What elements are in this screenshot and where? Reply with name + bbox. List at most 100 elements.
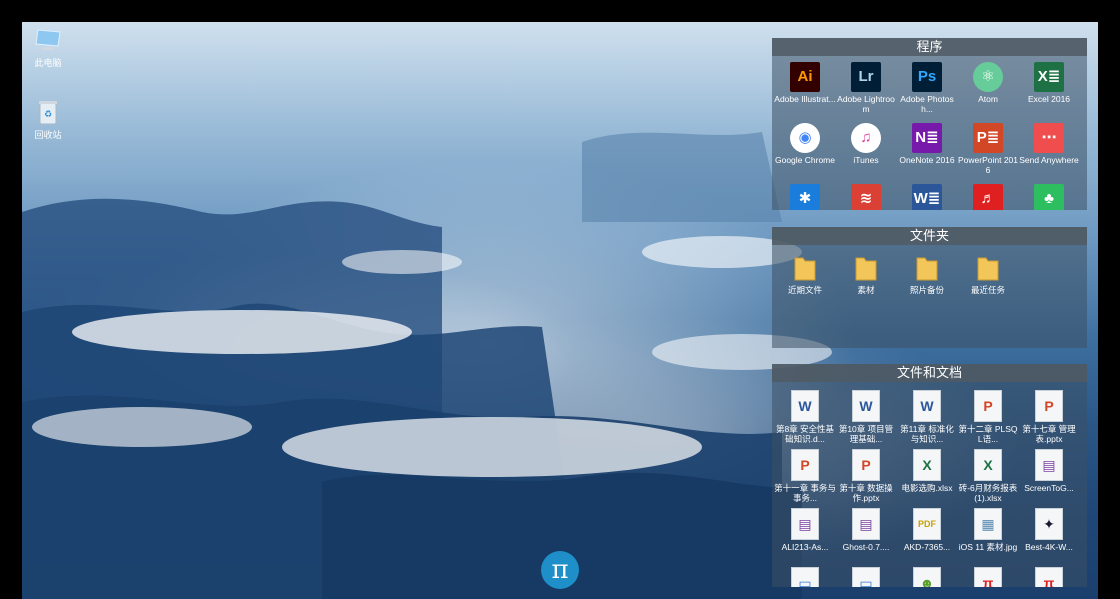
- pptx-icon: P: [791, 449, 819, 481]
- files-item[interactable]: ▤ Ghost-0.7....: [835, 508, 897, 552]
- files-item-label: 第8章 安全性基础知识.d...: [775, 424, 835, 444]
- files-item-label: 电影选购.xlsx: [901, 483, 953, 493]
- folders-item[interactable]: 照片备份: [896, 253, 958, 295]
- programs-panel-title: 程序: [772, 38, 1087, 56]
- files-item[interactable]: ▭: [835, 567, 897, 587]
- rar-archive-icon: ▤: [852, 508, 880, 540]
- files-item-label: 第十二章 PLSQL语...: [958, 424, 1018, 444]
- folders-item-label: 照片备份: [909, 285, 944, 295]
- pi-file-icon: π: [974, 567, 1002, 587]
- programs-item-label: Adobe Illustrat...: [774, 94, 836, 104]
- files-item-label: AKD-7365...: [903, 542, 951, 552]
- pi-launcher-button[interactable]: π: [541, 551, 579, 589]
- evernote-icon: ♣: [1034, 184, 1064, 210]
- programs-item[interactable]: ✱: [774, 184, 836, 210]
- files-item-label: 第10章 项目管理基础...: [838, 424, 894, 444]
- itunes-icon: ♫: [851, 123, 881, 153]
- programs-item[interactable]: Lr Adobe Lightroom: [835, 62, 897, 114]
- files-item[interactable]: W 第8章 安全性基础知识.d...: [774, 390, 836, 444]
- folders-item-label: 近期文件: [787, 285, 822, 295]
- programs-item-label: Excel 2016: [1027, 94, 1071, 104]
- computer-icon: [35, 29, 61, 50]
- files-item[interactable]: P 第十二章 PLSQL语...: [957, 390, 1019, 444]
- desktop-icon-recycle-bin[interactable]: ♻ 回收站: [22, 98, 74, 141]
- programs-item[interactable]: X≣ Excel 2016: [1018, 62, 1080, 104]
- files-item[interactable]: W 第10章 项目管理基础...: [835, 390, 897, 444]
- files-item-label: 第11章 标准化与知识...: [900, 424, 954, 444]
- files-item[interactable]: P 第十章 数据操作.pptx: [835, 449, 897, 503]
- window-file-icon: ▭: [791, 567, 819, 587]
- todoist-icon: ≋: [851, 184, 881, 210]
- programs-item[interactable]: ♬: [957, 184, 1019, 210]
- programs-item[interactable]: ⋯ Send Anywhere: [1018, 123, 1080, 165]
- files-item[interactable]: π: [1018, 567, 1080, 587]
- programs-item[interactable]: P≣ PowerPoint 2016: [957, 123, 1019, 175]
- files-item[interactable]: W 第11章 标准化与知识...: [896, 390, 958, 444]
- star-app-icon: ✱: [790, 184, 820, 210]
- word-doc-icon: W: [791, 390, 819, 422]
- image-thumb-icon: ✦: [1035, 508, 1063, 540]
- files-item-label: 第十章 数据操作.pptx: [839, 483, 893, 503]
- files-item-label: iOS 11 素材.jpg: [958, 542, 1018, 552]
- files-item[interactable]: ▦ iOS 11 素材.jpg: [957, 508, 1019, 552]
- folders-item[interactable]: 素材: [835, 253, 897, 295]
- xlsx-icon: X: [974, 449, 1002, 481]
- programs-item[interactable]: N≣ OneNote 2016: [896, 123, 958, 165]
- programs-item[interactable]: W≣: [896, 184, 958, 210]
- desktop-icon-label: 回收站: [34, 130, 62, 140]
- word-doc-icon: W: [913, 390, 941, 422]
- folders-item-label: 最近任务: [970, 285, 1005, 295]
- files-item[interactable]: ☻: [896, 567, 958, 587]
- atom-icon: ⚛: [973, 62, 1003, 92]
- folders-item[interactable]: 最近任务: [957, 253, 1019, 295]
- folders-panel: 文件夹 近期文件 素材 照片备份 最近任务: [772, 227, 1087, 348]
- pptx-icon: P: [974, 390, 1002, 422]
- pptx-icon: P: [852, 449, 880, 481]
- files-item-label: 第十一章 事务与事务...: [774, 483, 836, 503]
- files-item[interactable]: X 电影选购.xlsx: [896, 449, 958, 493]
- programs-item-label: Adobe Photosh...: [900, 94, 954, 114]
- adobe-photoshop-icon: Ps: [912, 62, 942, 92]
- files-item[interactable]: ▤ ScreenToG...: [1018, 449, 1080, 493]
- programs-item[interactable]: ⚛ Atom: [957, 62, 1019, 104]
- programs-item-label: Adobe Lightroom: [837, 94, 895, 114]
- folder-icon: [851, 253, 881, 283]
- programs-item[interactable]: ♣: [1018, 184, 1080, 210]
- pdf-icon: PDF: [913, 508, 941, 540]
- programs-item[interactable]: ♫ iTunes: [835, 123, 897, 165]
- folders-panel-title: 文件夹: [772, 227, 1087, 245]
- files-item[interactable]: P 第十七章 管理表.pptx: [1018, 390, 1080, 444]
- files-item[interactable]: PDF AKD-7365...: [896, 508, 958, 552]
- netease-music-icon: ♬: [973, 184, 1003, 210]
- programs-item[interactable]: ◉ Google Chrome: [774, 123, 836, 165]
- programs-item-label: Google Chrome: [774, 155, 835, 165]
- folder-icon: [973, 253, 1003, 283]
- files-panel: 文件和文档 W 第8章 安全性基础知识.d... W 第10章 项目管理基础... W 第…: [772, 364, 1087, 587]
- folders-item[interactable]: 近期文件: [774, 253, 836, 295]
- pi-file-icon: π: [1035, 567, 1063, 587]
- image-jpg-icon: ▦: [974, 508, 1002, 540]
- programs-item[interactable]: ≋: [835, 184, 897, 210]
- files-item-label: ScreenToG...: [1024, 483, 1074, 493]
- files-item[interactable]: ▤ ALI213-As...: [774, 508, 836, 552]
- window-file-icon: ▭: [852, 567, 880, 587]
- files-item-label: Best-4K-W...: [1025, 542, 1073, 552]
- excel-icon: X≣: [1034, 62, 1064, 92]
- files-item[interactable]: ✦ Best-4K-W...: [1018, 508, 1080, 552]
- programs-panel: 程序 Ai Adobe Illustrat... Lr Adobe Lightroom…: [772, 38, 1087, 210]
- files-item[interactable]: X 砖-6月财务报表 (1).xlsx: [957, 449, 1019, 503]
- onenote-icon: N≣: [912, 123, 942, 153]
- programs-item-label: Atom: [978, 94, 998, 104]
- files-item-label: Ghost-0.7....: [842, 542, 890, 552]
- desktop-icon-this-pc[interactable]: 此电脑: [22, 28, 74, 69]
- svg-text:♻: ♻: [44, 109, 52, 119]
- folders-item-label: 素材: [857, 285, 875, 295]
- files-item[interactable]: P 第十一章 事务与事务...: [774, 449, 836, 503]
- folder-icon: [912, 253, 942, 283]
- files-item-label: ALI213-As...: [781, 542, 829, 552]
- files-item[interactable]: ▭: [774, 567, 836, 587]
- programs-item[interactable]: Ps Adobe Photosh...: [896, 62, 958, 114]
- programs-item-label: Send Anywhere: [1019, 155, 1079, 165]
- programs-item[interactable]: Ai Adobe Illustrat...: [774, 62, 836, 104]
- files-item[interactable]: π: [957, 567, 1019, 587]
